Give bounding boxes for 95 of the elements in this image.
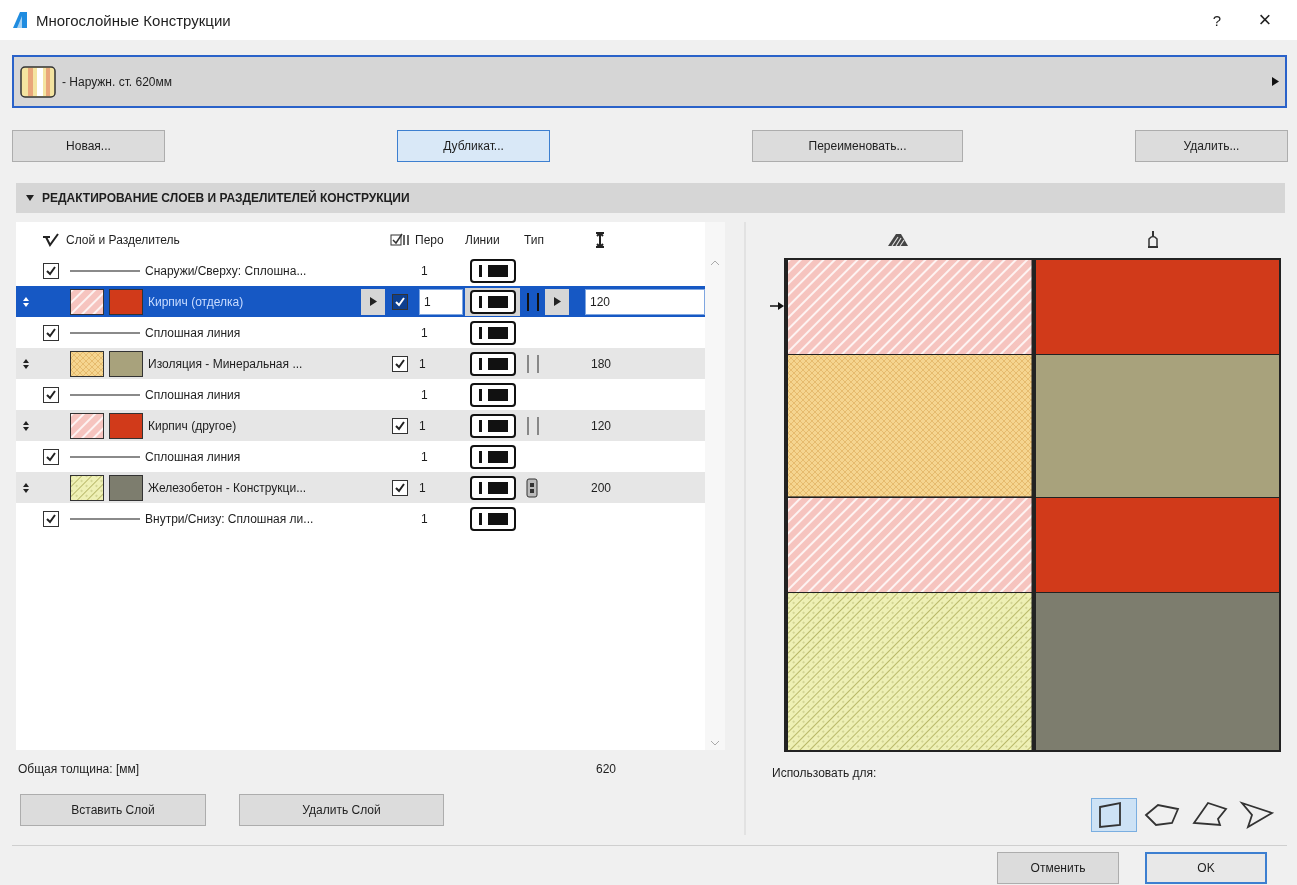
pen-number: 1: [419, 480, 426, 495]
line-weight-icon[interactable]: [469, 258, 516, 283]
skin-type-icon[interactable]: [526, 291, 540, 312]
layer-thickness: 200: [590, 480, 612, 495]
line-weight-icon[interactable]: [469, 506, 516, 531]
checkbox[interactable]: [392, 293, 408, 310]
pen-number: 1: [421, 511, 428, 526]
element-type-button[interactable]: [1091, 798, 1137, 832]
line-weight-icon[interactable]: [469, 320, 516, 345]
section-header[interactable]: РЕДАКТИРОВАНИЕ СЛОЕВ И РАЗДЕЛИТЕЛЕЙ КОНСТРУКЦИИ: [16, 183, 1285, 213]
layer-action-button[interactable]: Вставить Слой: [20, 794, 206, 826]
visibility-check-icon[interactable]: [390, 233, 410, 247]
close-button[interactable]: ×: [1245, 7, 1285, 33]
dialog-button[interactable]: OK: [1145, 852, 1267, 884]
surface-swatch[interactable]: [109, 412, 143, 439]
drag-handle-icon[interactable]: [23, 482, 29, 493]
layer-thickness: 120: [590, 418, 612, 433]
checkbox[interactable]: [43, 510, 59, 527]
pen-number: 1: [421, 449, 428, 464]
disclosure-triangle-icon[interactable]: [26, 194, 34, 202]
layer-row[interactable]: Кирпич (отделка) 1 120: [16, 286, 705, 317]
drag-handle-icon[interactable]: [23, 358, 29, 369]
core-type-icon[interactable]: [526, 477, 538, 498]
checkbox[interactable]: [43, 448, 59, 465]
checkbox[interactable]: [392, 355, 408, 372]
line-sample-icon: [70, 455, 140, 458]
total-thickness-label: Общая толщина: [мм]: [18, 762, 140, 776]
layer-row[interactable]: Кирпич (другое) 1 120: [16, 410, 705, 441]
thickness-icon: [595, 232, 605, 248]
dialog-action-button[interactable]: Новая...: [12, 130, 165, 162]
line-sample-icon: [70, 517, 140, 520]
line-weight-icon[interactable]: [469, 475, 516, 500]
thickness-field[interactable]: 120: [585, 288, 705, 315]
layer-row[interactable]: Изоляция - Минеральная ... 1 180: [16, 348, 705, 379]
line-sample-icon: [70, 331, 140, 334]
total-thickness-value: 620: [595, 762, 616, 776]
arrow-right-icon: [1272, 77, 1279, 86]
separator-name: Сплошная линия: [145, 449, 242, 464]
drag-handle-icon[interactable]: [23, 420, 29, 431]
app-icon: [12, 11, 28, 29]
type-menu-button[interactable]: [545, 288, 569, 315]
separator-name: Внутри/Снизу: Сплошная ли...: [145, 511, 315, 526]
checkbox[interactable]: [43, 262, 59, 279]
layer-action-button[interactable]: Удалить Слой: [239, 794, 444, 826]
material-menu-button[interactable]: [361, 288, 385, 315]
help-button[interactable]: ?: [1197, 11, 1237, 29]
layer-name: Кирпич (отделка): [148, 294, 245, 309]
pen-number: 1: [419, 418, 426, 433]
arrow-right-icon: [369, 297, 377, 306]
hatch-icon: [886, 233, 909, 247]
separator-name: Сплошная линия: [145, 325, 242, 340]
column-header: Слой и Разделитель: [66, 233, 180, 247]
surface-swatch[interactable]: [109, 474, 143, 501]
line-weight-icon[interactable]: [469, 382, 516, 407]
drag-handle-icon[interactable]: [23, 296, 29, 307]
line-weight-icon[interactable]: [469, 289, 516, 314]
skin-type-icon[interactable]: [526, 353, 540, 374]
line-weight-icon[interactable]: [469, 413, 516, 438]
dialog-action-button[interactable]: Переименовать...: [752, 130, 963, 162]
checkbox[interactable]: [392, 417, 408, 434]
layer-name: Изоляция - Минеральная ...: [148, 356, 304, 371]
composite-selector[interactable]: - Наружн. ст. 620мм: [12, 55, 1287, 108]
line-sample-icon: [70, 269, 140, 272]
skin-type-icon[interactable]: [526, 415, 540, 436]
window-title: Многослойные Конструкции: [36, 11, 232, 29]
checkbox[interactable]: [43, 386, 59, 403]
line-sample-icon: [70, 393, 140, 396]
pen-field[interactable]: 1: [419, 288, 463, 315]
surface-swatch[interactable]: [109, 350, 143, 377]
separator-name: Сплошная линия: [145, 387, 242, 402]
layer-name: Кирпич (другое): [148, 418, 238, 433]
column-header: Линии: [465, 233, 500, 247]
separator-name: Снаружи/Сверху: Сплошна...: [145, 263, 308, 278]
line-weight-icon[interactable]: [469, 351, 516, 376]
dialog-action-button[interactable]: Удалить...: [1135, 130, 1288, 162]
dialog-action-button[interactable]: Дубликат...: [397, 130, 550, 162]
layer-row[interactable]: Железобетон - Конструкци... 1 200: [16, 472, 705, 503]
check-all-icon[interactable]: [42, 233, 60, 247]
pen-number: 1: [421, 325, 428, 340]
pen-number: 1: [421, 263, 428, 278]
column-header: Перо: [415, 233, 444, 247]
pen-number: 1: [419, 356, 426, 371]
line-weight-icon[interactable]: [469, 444, 516, 469]
column-header: Тип: [524, 233, 544, 247]
arrow-right-icon: [553, 297, 561, 306]
brush-icon: [1147, 231, 1160, 249]
checkbox[interactable]: [43, 324, 59, 341]
checkbox[interactable]: [392, 479, 408, 496]
pen-number: 1: [421, 387, 428, 402]
wall-layers-icon: [20, 65, 56, 98]
surface-swatch[interactable]: [109, 288, 143, 315]
dialog-button[interactable]: Отменить: [997, 852, 1119, 884]
layer-thickness: 180: [590, 356, 612, 371]
use-for-label: Использовать для:: [771, 766, 878, 780]
layer-name: Железобетон - Конструкци...: [148, 480, 308, 495]
